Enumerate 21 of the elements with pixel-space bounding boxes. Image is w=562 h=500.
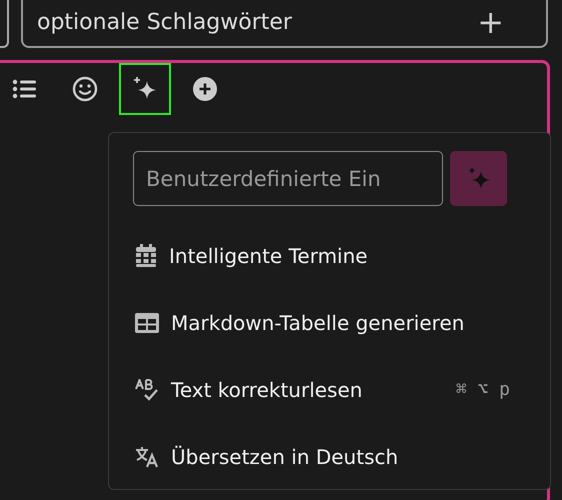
translate-icon [135, 446, 159, 468]
menu-item-label: Markdown-Tabelle generieren [171, 310, 464, 334]
keywords-field[interactable]: optionale Schlagwörter + [21, 0, 548, 48]
menu-item[interactable]: Übersetzen in Deutsch [133, 423, 550, 490]
list-icon [12, 78, 38, 100]
plus-circle-icon [192, 76, 218, 102]
menu-item[interactable]: Text korrekturlesen ⌘ ⌥ p [133, 356, 550, 423]
table-icon [135, 312, 159, 332]
prompt-field[interactable]: Benutzerdefinierte Ein [133, 151, 443, 206]
menu-item-label: Text korrekturlesen [171, 378, 362, 402]
menu-item-label: Intelligente Termine [169, 244, 368, 268]
spellcheck-icon [135, 378, 159, 400]
menu-item[interactable]: Markdown-Tabelle generieren [133, 289, 550, 356]
add-keyword-button[interactable]: + [477, 6, 504, 38]
smiley-icon [72, 76, 98, 102]
field-edge [0, 0, 9, 48]
sparkle-button[interactable] [119, 63, 171, 115]
menu-item-label: Übersetzen in Deutsch [171, 444, 398, 468]
shortcut-text: ⌘ ⌥ p [456, 379, 510, 400]
menu-item[interactable]: Intelligente Termine [133, 222, 550, 289]
calendar-icon [135, 244, 157, 268]
